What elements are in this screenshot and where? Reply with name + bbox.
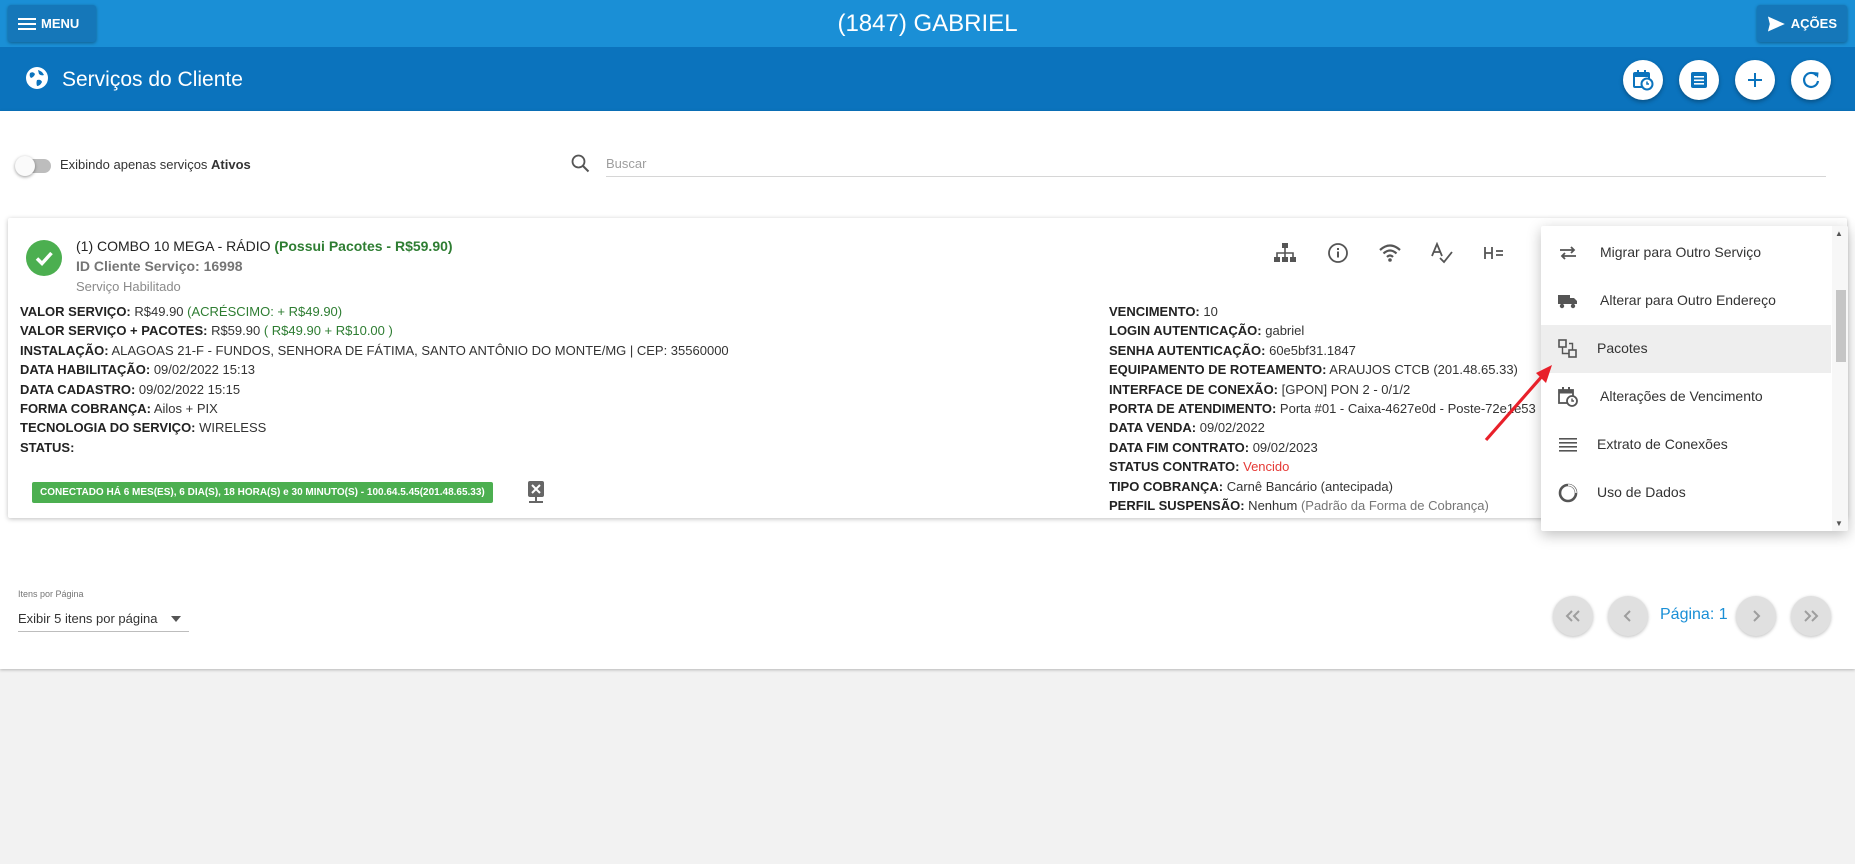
toggle-text: Exibindo apenas serviços: [60, 157, 212, 172]
actions-button[interactable]: AÇÕES: [1757, 5, 1847, 42]
detail-row: DATA FIM CONTRATO: 09/02/2023: [1109, 439, 1318, 455]
heading-icon: [1484, 247, 1503, 259]
truck-icon: [1556, 291, 1580, 311]
detail-row: STATUS CONTRATO: Vencido: [1109, 459, 1290, 475]
detail-row: PERFIL SUSPENSÃO: Nenhum (Padrão da Form…: [1109, 498, 1489, 514]
add-service-button[interactable]: [1735, 60, 1775, 100]
info-icon: [1328, 243, 1348, 263]
details-right: VENCIMENTO: 10 LOGIN AUTENTICAÇÃO: gabri…: [1109, 302, 1536, 515]
service-name: (1) COMBO 10 MEGA - RÁDIO (Possui Pacote…: [76, 238, 453, 254]
detail-row: TIPO COBRANÇA: Carnê Bancário (antecipad…: [1109, 478, 1393, 494]
refresh-icon: [1802, 71, 1820, 88]
info-button[interactable]: [1325, 240, 1351, 266]
per-page-value: Exibir 5 itens por página: [18, 611, 158, 626]
spellcheck-icon: [1431, 242, 1453, 264]
page-indicator: Página: 1: [1660, 606, 1728, 623]
detail-row: LOGIN AUTENTICAÇÃO: gabriel: [1109, 323, 1305, 339]
header-format-button[interactable]: [1481, 240, 1507, 266]
detail-row: EQUIPAMENTO DE ROTEAMENTO: ARAUJOS CTCB …: [1109, 362, 1518, 378]
active-only-toggle[interactable]: [15, 156, 51, 176]
menu-item-connection-statement[interactable]: Extrato de Conexões: [1541, 421, 1831, 469]
per-page-select[interactable]: Exibir 5 itens por página: [18, 608, 189, 632]
menu-item-label: Pacotes: [1597, 340, 1648, 356]
detail-row: SENHA AUTENTICAÇÃO: 60e5bf31.1847: [1109, 342, 1356, 358]
search-icon: [571, 154, 590, 173]
page-title: Serviços do Cliente: [62, 68, 243, 91]
menu-item-packages[interactable]: Pacotes: [1541, 325, 1831, 373]
detail-row: FORMA COBRANÇA: Ailos + PIX: [20, 401, 218, 417]
send-icon: [1767, 15, 1785, 32]
scroll-up-arrow-icon[interactable]: ▲: [1835, 229, 1843, 238]
menu-item-change-address[interactable]: Alterar para Outro Endereço: [1541, 277, 1831, 325]
next-page-button[interactable]: [1736, 596, 1776, 636]
detail-row: INTERFACE DE CONEXÃO: [GPON] PON 2 - 0/1…: [1109, 381, 1411, 397]
menu-item-label: Alterar para Outro Endereço: [1600, 292, 1776, 308]
chevron-down-icon: [171, 616, 181, 622]
calendar-clock-icon: [1633, 70, 1654, 91]
service-name-text: (1) COMBO 10 MEGA - RÁDIO: [76, 238, 275, 254]
wifi-button[interactable]: [1377, 240, 1403, 266]
detail-row: TECNOLOGIA DO SERVIÇO: WIRELESS: [20, 420, 267, 436]
previous-page-button[interactable]: [1608, 596, 1648, 636]
donut-icon: [1556, 483, 1580, 503]
detail-row: DATA VENDA: 09/02/2022: [1109, 420, 1265, 436]
top-bar: MENU (1847) GABRIEL AÇÕES: [0, 0, 1855, 47]
detail-row: INSTALAÇÃO: ALAGOAS 21-F - FUNDOS, SENHO…: [20, 342, 729, 358]
double-chevron-right-icon: [1804, 610, 1819, 622]
chevron-right-icon: [1753, 610, 1761, 622]
per-page-label: Itens por Página: [18, 589, 84, 599]
packages-icon: [1556, 339, 1580, 359]
schedule-button[interactable]: [1623, 60, 1663, 100]
menu-item-due-date-changes[interactable]: Alterações de Vencimento: [1541, 373, 1831, 421]
chevron-left-icon: [1623, 610, 1631, 622]
menu-item-migrate-service[interactable]: Migrar para Outro Serviço: [1541, 229, 1831, 277]
service-status: Serviço Habilitado: [76, 279, 181, 294]
sitemap-icon: [1274, 243, 1296, 262]
menu-item-label: Alterações de Vencimento: [1600, 388, 1763, 404]
details-left: VALOR SERVIÇO: R$49.90 (ACRÉSCIMO: + R$4…: [20, 302, 729, 457]
double-chevron-left-icon: [1565, 610, 1580, 622]
scroll-down-arrow-icon[interactable]: ▼: [1835, 519, 1843, 528]
disconnect-icon[interactable]: [526, 480, 546, 504]
detail-row: STATUS:: [20, 439, 75, 455]
spellcheck-button[interactable]: [1429, 240, 1455, 266]
detail-row: DATA CADASTRO: 09/02/2022 15:15: [20, 381, 241, 397]
page-header: Serviços do Cliente: [0, 47, 1855, 111]
last-page-button[interactable]: [1791, 596, 1831, 636]
service-actions-dropdown: Migrar para Outro Serviço Alterar para O…: [1541, 226, 1848, 531]
annotation-arrow-icon: [1484, 365, 1552, 442]
globe-icon: [26, 67, 48, 89]
toggle-knob: [15, 156, 35, 176]
menu-item-label: Uso de Dados: [1597, 484, 1686, 500]
document-list-icon: [1691, 72, 1707, 88]
client-title: (1847) GABRIEL: [837, 10, 1018, 37]
service-packages: (Possui Pacotes - R$59.90): [274, 238, 453, 254]
refresh-button[interactable]: [1791, 60, 1831, 100]
menu-item-label: Extrato de Conexões: [1597, 436, 1728, 452]
detail-row: PORTA DE ATENDIMENTO: Porta #01 - Caixa-…: [1109, 401, 1536, 417]
swap-icon: [1556, 243, 1580, 263]
toggle-bold-text: Ativos: [211, 157, 251, 172]
detail-row: VALOR SERVIÇO + PACOTES: R$59.90 ( R$49.…: [20, 323, 393, 339]
plus-icon: [1748, 73, 1762, 87]
toggle-label: Exibindo apenas serviços Ativos: [60, 157, 251, 172]
list-view-button[interactable]: [1679, 60, 1719, 100]
connection-status-badge: CONECTADO HÁ 6 MES(ES), 6 DIA(S), 18 HOR…: [32, 482, 493, 503]
service-id: ID Cliente Serviço: 16998: [76, 258, 243, 274]
first-page-button[interactable]: [1553, 596, 1593, 636]
detail-row: DATA HABILITAÇÃO: 09/02/2022 15:13: [20, 362, 256, 378]
network-topology-button[interactable]: [1272, 240, 1298, 266]
active-check-icon: [26, 240, 62, 276]
actions-label: AÇÕES: [1790, 16, 1837, 31]
wifi-icon: [1379, 244, 1401, 262]
scrollbar-thumb[interactable]: [1836, 290, 1846, 362]
dropdown-scrollbar[interactable]: ▲ ▼: [1832, 226, 1848, 531]
menu-item-data-usage[interactable]: Uso de Dados: [1541, 469, 1831, 517]
search-input[interactable]: [606, 151, 1826, 177]
menu-item-label: Migrar para Outro Serviço: [1600, 244, 1762, 260]
detail-row: VALOR SERVIÇO: R$49.90 (ACRÉSCIMO: + R$4…: [20, 304, 343, 319]
detail-row: VENCIMENTO: 10: [1109, 304, 1218, 319]
